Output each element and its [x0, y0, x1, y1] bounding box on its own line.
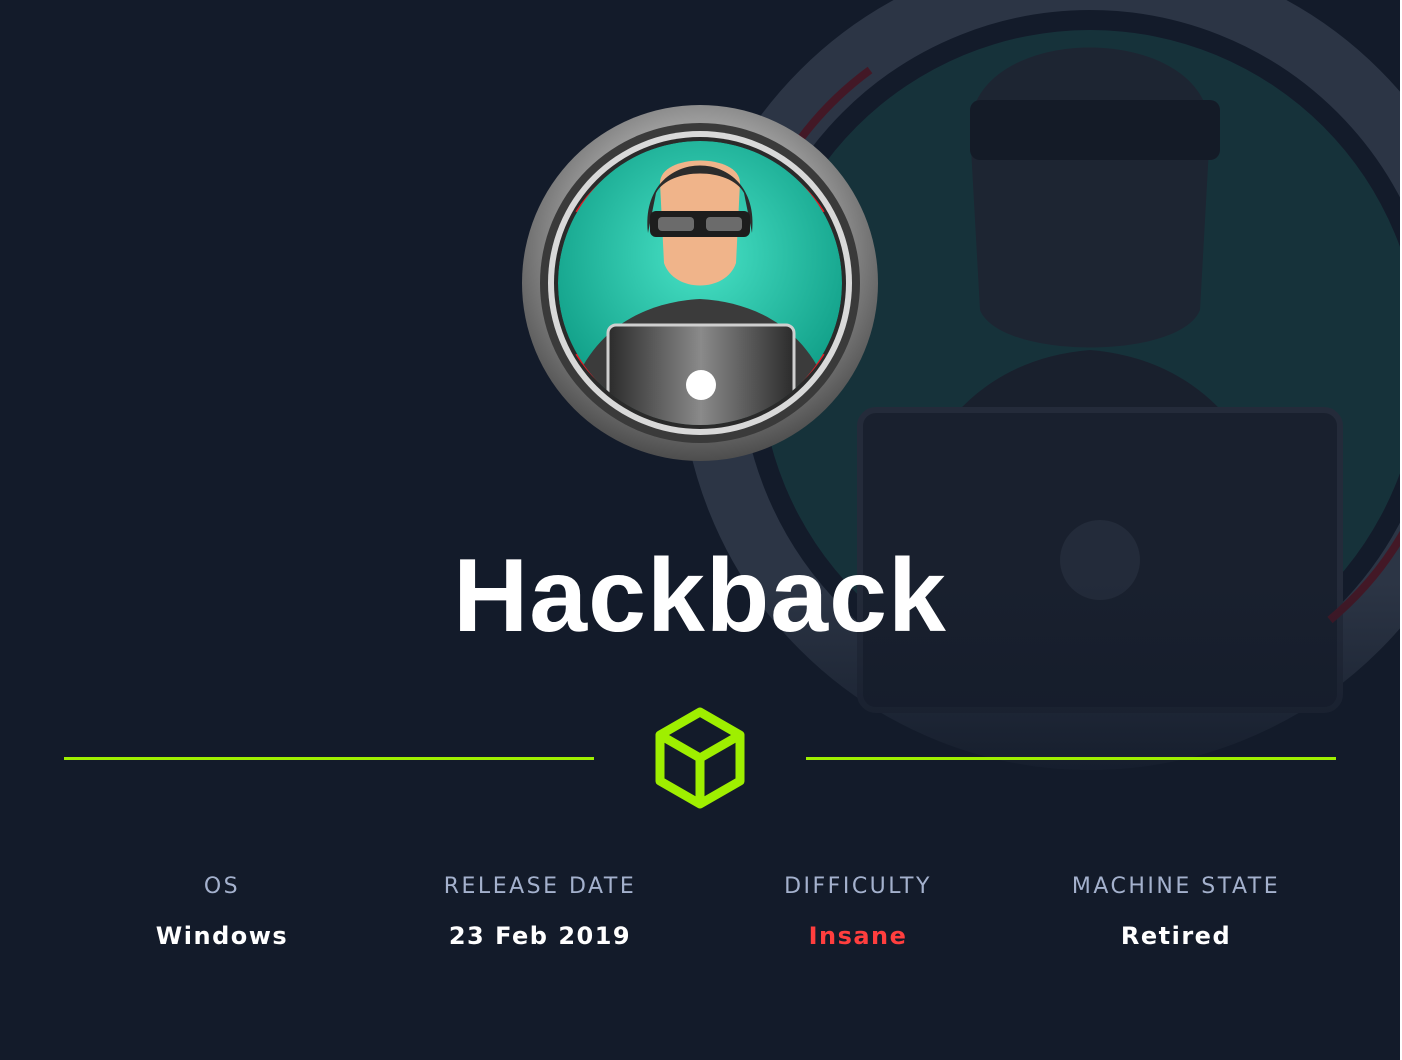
hacker-avatar-icon: [522, 105, 878, 461]
stat-value: Retired: [1120, 922, 1232, 950]
stat-difficulty: DIFFICULTY Insane: [708, 868, 1008, 952]
stat-release-date: RELEASE DATE 23 Feb 2019: [390, 868, 690, 952]
divider-right: [806, 757, 1336, 760]
stat-label: DIFFICULTY: [784, 874, 932, 899]
machine-stats: OS Windows RELEASE DATE 23 Feb 2019 DIFF…: [0, 868, 1400, 968]
hackthebox-cube-icon: [655, 707, 745, 809]
stat-machine-state: MACHINE STATE Retired: [1026, 868, 1326, 952]
machine-card: Hackback OS Windows RELEASE DATE 23 Feb …: [0, 0, 1400, 1060]
stat-value: Windows: [155, 922, 289, 950]
stat-os: OS Windows: [72, 868, 372, 952]
stat-label: OS: [203, 874, 241, 899]
machine-title: Hackback: [453, 538, 947, 654]
stat-label: MACHINE STATE: [1071, 874, 1281, 899]
stat-label: RELEASE DATE: [443, 874, 637, 899]
stat-value: 23 Feb 2019: [448, 922, 632, 950]
divider-left: [64, 757, 594, 760]
stat-value: Insane: [808, 922, 908, 950]
